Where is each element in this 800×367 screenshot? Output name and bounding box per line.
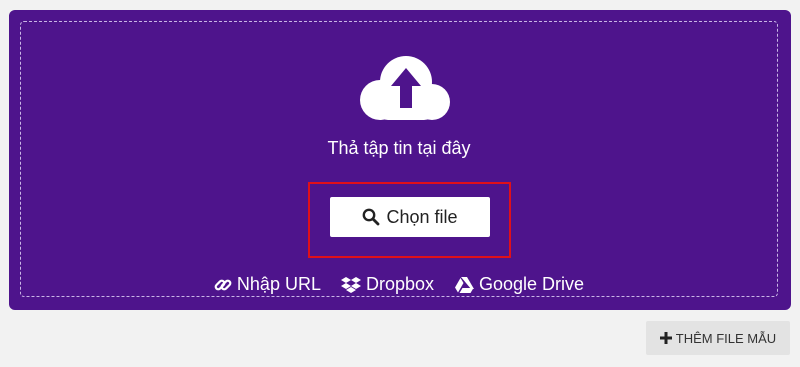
drop-hint-text: Thả tập tin tại đây	[327, 138, 471, 158]
search-icon	[363, 208, 380, 226]
plus-icon	[659, 332, 672, 344]
add-sample-file-label: THÊM FILE MẪU	[675, 330, 777, 346]
cloud-upload-icon	[360, 56, 450, 120]
dropbox-link-label: Dropbox	[365, 274, 435, 294]
add-sample-file-button[interactable]: THÊM FILE MẪU	[646, 321, 790, 355]
choose-file-label: Chọn file	[386, 206, 458, 227]
google-drive-link[interactable]: Google Drive	[454, 274, 584, 295]
drop-zone[interactable]: Thả tập tin tại đây Chọn file Nhập URL D…	[20, 21, 778, 297]
dropbox-icon	[340, 276, 361, 293]
google-drive-icon	[455, 276, 475, 293]
url-link-label: Nhập URL	[236, 274, 321, 294]
upload-panel[interactable]: Thả tập tin tại đây Chọn file Nhập URL D…	[9, 10, 791, 310]
source-links: Nhập URL Dropbox Google Drive	[21, 274, 777, 295]
url-link[interactable]: Nhập URL	[214, 274, 321, 295]
choose-file-button[interactable]: Chọn file	[330, 197, 490, 237]
link-icon	[214, 279, 232, 290]
dropbox-link[interactable]: Dropbox	[340, 274, 435, 295]
google-drive-link-label: Google Drive	[479, 274, 585, 294]
